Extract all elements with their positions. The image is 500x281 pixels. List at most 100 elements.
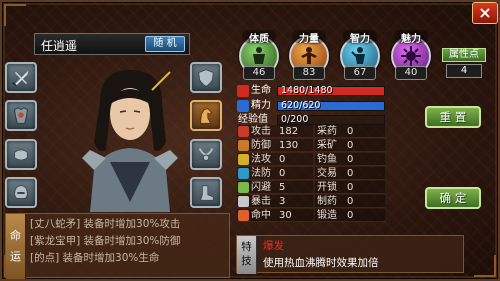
attribute-name: 法攻 [251, 154, 271, 165]
bracer-slot[interactable] [5, 139, 37, 170]
stat-intelligence[interactable]: 智力 67 [339, 30, 381, 80]
stat-charm[interactable]: 魅力 40 [390, 30, 432, 80]
attribute-name: 攻击 [251, 126, 271, 137]
skill-row: 交易 0 [315, 167, 385, 180]
attribute-icon [238, 154, 249, 165]
skill-description: 使用热血沸腾时效果加倍 [263, 257, 379, 269]
attribute-row: 防御 130 [237, 139, 313, 152]
pet-slot[interactable] [190, 100, 222, 131]
stat-value: 67 [344, 66, 376, 80]
skill-row: 锻造 0 [315, 209, 385, 222]
attribute-icon [238, 126, 249, 137]
energy-icon [237, 100, 249, 112]
weapon-slot[interactable] [5, 62, 37, 93]
stat-label: 智力 [343, 30, 377, 45]
boots-slot[interactable] [190, 177, 222, 208]
skill-row: 采药 0 [315, 125, 385, 138]
name-plate: 任逍遥 随 机 [34, 33, 190, 55]
skill-name: 钓鱼 [317, 154, 337, 165]
mp-label: 精力 [251, 100, 271, 111]
character-name: 任逍遥 [41, 39, 78, 53]
stat-strength[interactable]: 力量 83 [288, 30, 330, 80]
skill-name: 锻造 [317, 210, 337, 221]
attribute-icon [238, 196, 249, 207]
attribute-value: 182 [279, 126, 299, 137]
skill-name: 采药 [317, 126, 337, 137]
corner-ornament [474, 255, 496, 277]
attribute-row: 法防 0 [237, 167, 313, 180]
attribute-value: 30 [279, 210, 292, 221]
skill-value: 0 [347, 196, 354, 207]
attribute-value: 0 [279, 168, 286, 179]
necklace-icon [198, 147, 214, 161]
stat-value: 40 [395, 66, 427, 80]
attribute-row: 法攻 0 [237, 153, 313, 166]
skill-row: 开锁 0 [315, 181, 385, 194]
hp-value: 1480/1480 [281, 85, 333, 96]
skill-row: 钓鱼 0 [315, 153, 385, 166]
hp-label: 生命 [251, 85, 271, 96]
heart-icon [237, 85, 249, 97]
attribute-name: 法防 [251, 168, 271, 179]
attribute-name: 防御 [251, 140, 271, 151]
mp-bar: 精力 620/620 [237, 99, 387, 113]
skill-label-bottom: 技 [241, 255, 252, 267]
attribute-points-value: 4 [446, 64, 482, 78]
skill-row: 制药 0 [315, 195, 385, 208]
character-portrait [82, 70, 178, 212]
skill-label-top: 特 [241, 241, 252, 253]
attribute-row: 命中 30 [237, 209, 313, 222]
attribute-row: 闪避 5 [237, 181, 313, 194]
horse-icon [199, 107, 213, 124]
skill-value: 0 [347, 168, 354, 179]
skill-name: 爆发 [263, 240, 284, 252]
reset-button[interactable]: 重 置 [425, 106, 481, 128]
special-skill-panel: 特 技 爆发 使用热血沸腾时效果加倍 [236, 235, 464, 274]
stat-value: 83 [293, 66, 325, 80]
fate-line: [的点] 装备时增加30%生命 [30, 252, 160, 264]
skill-name: 制药 [317, 196, 337, 207]
armor-icon [14, 106, 28, 124]
attribute-name: 命中 [251, 210, 271, 221]
stat-value: 46 [243, 66, 275, 80]
hp-bar: 生命 1480/1480 [237, 84, 387, 98]
attribute-icon [238, 140, 249, 151]
helmet-icon [14, 184, 28, 199]
body-icon [253, 47, 265, 64]
attribute-points-label: 属性点 [442, 48, 486, 62]
fate-line: [紫龙宝甲] 装备时增加30%防御 [30, 235, 181, 247]
bracer-icon [14, 149, 28, 160]
skill-value: 0 [347, 210, 354, 221]
stat-constitution[interactable]: 体质 46 [238, 30, 280, 80]
attribute-icon [238, 168, 249, 179]
attribute-name: 闪避 [251, 182, 271, 193]
stat-label: 魅力 [394, 30, 428, 45]
necklace-slot[interactable] [190, 139, 222, 170]
fate-panel: 命 运 [丈八蛇矛] 装备时增加30%攻击 [紫龙宝甲] 装备时增加30%防御 … [5, 213, 230, 279]
shield-slot[interactable] [190, 62, 222, 93]
stat-label: 体质 [242, 30, 276, 45]
skill-name: 采矿 [317, 140, 337, 151]
attribute-value: 5 [279, 182, 286, 193]
attribute-row: 暴击 3 [237, 195, 313, 208]
attribute-row: 攻击 182 [237, 125, 313, 138]
skill-value: 0 [347, 140, 354, 151]
attribute-value: 130 [279, 140, 299, 151]
attribute-icon [238, 182, 249, 193]
skill-value: 0 [347, 154, 354, 165]
skill-value: 0 [347, 182, 354, 193]
skill-name: 交易 [317, 168, 337, 179]
helmet-slot[interactable] [5, 177, 37, 208]
shield-icon [198, 68, 214, 87]
random-name-button[interactable]: 随 机 [145, 36, 185, 52]
boots-icon [199, 184, 214, 201]
close-button[interactable]: × [472, 2, 498, 24]
skill-name: 开锁 [317, 182, 337, 193]
armor-slot[interactable] [5, 100, 37, 131]
skill-row: 采矿 0 [315, 139, 385, 152]
attribute-name: 暴击 [251, 196, 271, 207]
mp-value: 620/620 [281, 100, 321, 111]
strength-icon [301, 47, 317, 64]
confirm-button[interactable]: 确 定 [425, 187, 481, 209]
skill-label: 特 技 [237, 236, 257, 274]
